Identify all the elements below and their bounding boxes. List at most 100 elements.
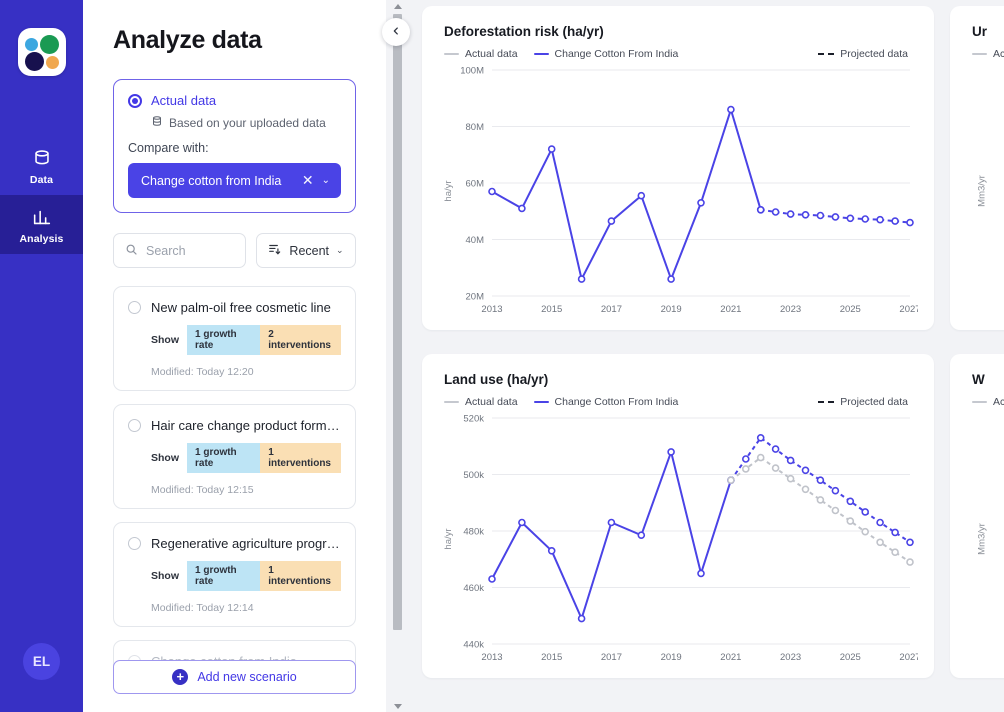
scenario-modified: Modified: Today 12:14 [151,602,254,614]
chart-card-inner: Ur Actual data Mm3/yr [964,24,1004,322]
svg-text:2021: 2021 [720,652,741,663]
legend-scenario-label: Change Cotton From India [554,48,679,60]
svg-text:2019: 2019 [661,652,682,663]
show-label: Show [151,570,179,582]
svg-text:2027: 2027 [899,304,918,315]
actual-data-label: Actual data [151,93,217,108]
svg-text:20M: 20M [466,292,485,303]
interventions-tag: 2 interventions [260,325,341,355]
chart-legend: Actual data [964,387,1004,408]
compare-with-label: Compare with: [128,141,209,155]
legend-actual: Actual data [972,48,1004,60]
list-item[interactable]: Regenerative agriculture progra... Show … [113,522,356,627]
sidebar-item-label: Analysis [19,233,64,245]
scenario-header: New palm-oil free cosmetic line [128,300,341,315]
svg-text:80M: 80M [466,122,485,133]
legend-line-dashed-icon [818,401,835,403]
growth-rate-tag: 1 growth rate [187,325,261,355]
interventions-tag: 1 interventions [260,443,341,473]
data-source-card: Actual data Based on your uploaded data … [113,79,356,213]
legend-projected: Projected data [818,48,908,60]
svg-text:2021: 2021 [720,304,741,315]
scroll-up-arrow-icon[interactable] [394,4,402,9]
scroll-down-arrow-icon[interactable] [394,704,402,709]
scenario-name: Regenerative agriculture progra... [151,536,341,551]
svg-text:500k: 500k [463,470,484,481]
chevron-down-icon[interactable]: ⌄ [322,175,330,186]
scenario-header: Hair care change product formula [128,418,341,433]
svg-text:2027: 2027 [899,652,918,663]
radio-selected-icon[interactable] [128,93,142,108]
chart-plot: ha/yr 20M 40M 60M 80M 100M 2013 2015 2017 2019 20… [436,60,918,322]
legend-projected-label: Projected data [840,396,908,408]
charts-grid: Deforestation risk (ha/yr) Actual data C… [422,6,1004,678]
actual-data-radio-row[interactable]: Actual data [128,93,341,108]
search-placeholder: Search [146,243,186,258]
chart-plot: Mm3/yr [964,408,1004,670]
panel-scrollbar[interactable] [382,0,410,712]
chart-card-deforestation: Deforestation risk (ha/yr) Actual data C… [422,6,934,330]
chart-card-partial-lower: W Actual data Mm3/yr [950,354,1004,678]
app-logo[interactable] [17,28,66,76]
legend-scenario: Change Cotton From India [533,396,679,408]
chart-legend: Actual data [964,39,1004,60]
collapse-panel-button[interactable] [382,18,410,46]
avatar[interactable]: EL [23,643,60,680]
search-input[interactable]: Search [113,233,246,268]
radio-icon[interactable] [128,419,141,432]
list-item[interactable]: Hair care change product formula Show 1 … [113,404,356,509]
logo-circle-orange [45,56,59,69]
chevron-down-icon: ⌄ [336,245,344,255]
list-item[interactable]: New palm-oil free cosmetic line Show 1 g… [113,286,356,391]
uploaded-data-text: Based on your uploaded data [169,115,326,130]
y-axis-label: ha/yr [443,528,455,550]
search-icon [125,243,138,259]
scenario-name: Hair care change product formula [151,418,341,433]
compare-scenario-pill[interactable]: Change cotton from India ✕ ⌄ [128,163,341,198]
app-root: Data Analysis EL Analyze data Actual dat… [0,0,1004,712]
sidebar-item-analysis[interactable]: Analysis [0,195,83,254]
uploaded-data-note: Based on your uploaded data [151,115,341,130]
panel-tools: Search Recent ⌄ [113,233,356,268]
svg-text:2017: 2017 [601,652,622,663]
sidebar-item-label: Data [29,174,54,186]
svg-text:2013: 2013 [481,304,502,315]
chart-legend: Actual data Change Cotton From India Pro… [436,39,918,60]
svg-text:2025: 2025 [840,304,861,315]
interventions-tag: 1 interventions [260,561,341,591]
chart-title: Deforestation risk (ha/yr) [444,24,604,39]
chart-card-inner: W Actual data Mm3/yr [964,372,1004,670]
close-icon[interactable]: ✕ [302,172,314,189]
logo-circle-green [39,35,59,54]
scrollbar-thumb[interactable] [393,14,402,630]
add-scenario-button[interactable]: + Add new scenario [113,660,356,694]
legend-projected-label: Projected data [840,48,908,60]
legend-line-blue-icon [533,52,549,56]
radio-icon[interactable] [128,301,141,314]
database-small-icon [151,115,163,130]
scenario-modified: Modified: Today 12:15 [151,484,254,496]
charts-area: Deforestation risk (ha/yr) Actual data C… [408,0,1004,712]
sort-button[interactable]: Recent ⌄ [256,233,356,268]
growth-rate-tag: 1 growth rate [187,443,261,473]
scenario-tags: Show 1 growth rate 1 interventions [151,443,341,473]
database-icon [31,147,53,169]
chart-title: Land use (ha/yr) [444,372,549,387]
svg-text:2015: 2015 [541,304,562,315]
legend-line-grey-icon [444,52,459,56]
charts-column-left: Deforestation risk (ha/yr) Actual data C… [422,6,934,678]
legend-scenario: Change Cotton From India [533,48,679,60]
chart-legend: Actual data Change Cotton From India Pro… [436,387,918,408]
legend-scenario-label: Change Cotton From India [554,396,679,408]
legend-projected: Projected data [818,396,908,408]
sort-icon [268,242,282,259]
scenario-header: Regenerative agriculture progra... [128,536,341,551]
sidebar-item-data[interactable]: Data [0,136,83,195]
legend-actual-label: Actual data [993,396,1004,408]
radio-icon[interactable] [128,537,141,550]
svg-text:460k: 460k [463,583,484,594]
charts-column-right: Ur Actual data Mm3/yr [950,6,1004,678]
svg-text:2023: 2023 [780,304,801,315]
y-axis-label: Mm3/yr [976,175,988,207]
y-axis-label: Mm3/yr [976,523,988,555]
